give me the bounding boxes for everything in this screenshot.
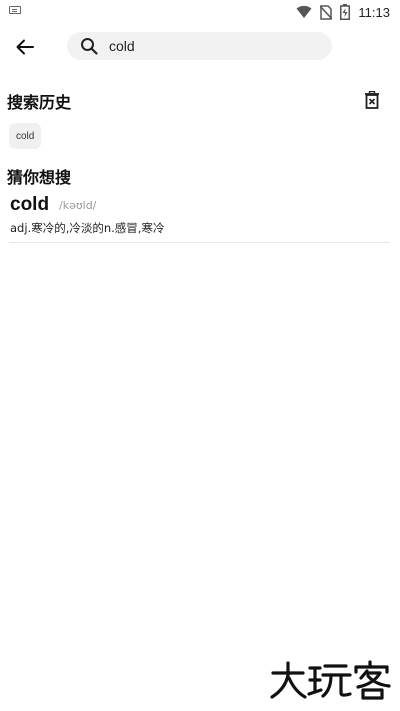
search-bar	[0, 30, 400, 62]
suggestion-word: cold	[10, 194, 50, 215]
wifi-icon	[296, 5, 312, 18]
suggestion-definition: adj.寒冷的,冷淡的n.感冒,寒冷	[10, 221, 165, 235]
search-input[interactable]	[109, 38, 309, 54]
search-field[interactable]	[67, 32, 332, 60]
search-icon	[79, 36, 99, 56]
suggestion-item[interactable]: cold /kəʊld/ adj.寒冷的,冷淡的n.感冒,寒冷	[9, 192, 390, 243]
keyboard-icon	[9, 6, 21, 14]
status-icons: 11:13	[296, 3, 390, 21]
clear-history-button[interactable]	[361, 89, 383, 111]
suggestion-phonetic: /kəʊld/	[59, 199, 97, 212]
history-chip[interactable]: cold	[9, 123, 42, 149]
back-button[interactable]	[12, 34, 38, 60]
trash-icon	[365, 91, 379, 109]
status-bar: 11:13	[0, 0, 400, 24]
no-sim-icon	[320, 4, 333, 20]
back-arrow-icon	[16, 39, 34, 55]
watermark-logo	[270, 660, 391, 700]
clock: 11:13	[358, 4, 390, 20]
history-title: 搜索历史	[7, 93, 72, 112]
suggestions-title: 猜你想搜	[7, 168, 72, 187]
battery-icon	[340, 4, 351, 20]
